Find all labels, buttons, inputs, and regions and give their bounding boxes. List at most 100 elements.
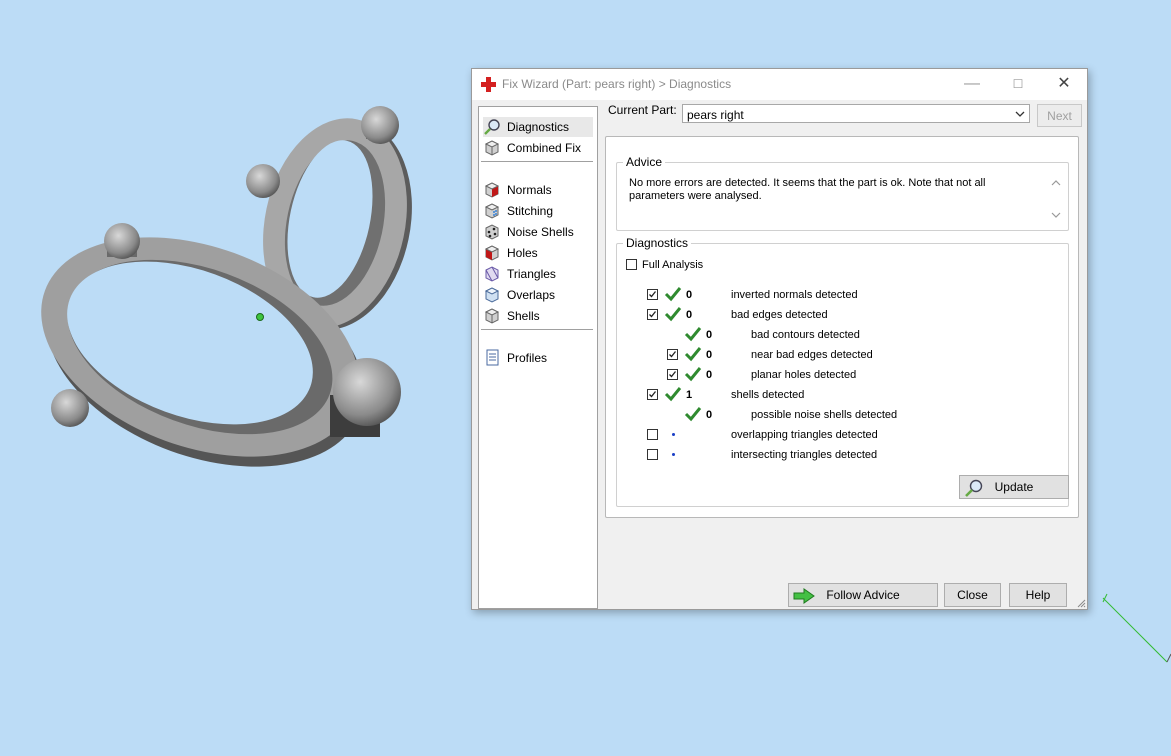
green-check-icon (664, 307, 682, 322)
triangles-cube-icon (485, 266, 499, 282)
advice-text: No more errors are detected. It seems th… (629, 177, 986, 202)
nav-item-shells[interactable]: Shells (483, 306, 593, 326)
nav-item-label: Diagnostics (507, 120, 570, 134)
nav-item-diagnostics[interactable]: Diagnostics (483, 117, 593, 137)
diag-row-checkbox[interactable] (667, 369, 678, 380)
window-title: Fix Wizard (Part: pears right) > Diagnos… (502, 77, 732, 91)
normals-cube-icon (484, 182, 500, 198)
diag-row-label: inverted normals detected (731, 289, 858, 301)
nav-item-stitching[interactable]: Stitching (483, 201, 593, 221)
current-part-value: pears right (687, 108, 744, 122)
green-check-icon (664, 387, 682, 402)
diag-row-count: 0 (686, 309, 693, 321)
minimize-button[interactable]: — (949, 69, 995, 100)
help-button[interactable]: Help (1009, 583, 1067, 607)
cube-icon (484, 140, 500, 156)
not-analysed-dot-icon (672, 433, 675, 436)
axis-indicator (1102, 593, 1171, 663)
nav-item-overlaps[interactable]: Overlaps (483, 285, 593, 305)
diag-row-count: 1 (686, 389, 693, 401)
diagnostics-group: Diagnostics Full Analysis 0 inverted nor… (616, 236, 1069, 507)
nav-item-label: Holes (507, 246, 538, 260)
advice-group-title: Advice (623, 155, 666, 169)
advice-group: Advice No more errors are detected. It s… (616, 155, 1069, 231)
green-check-icon (684, 327, 702, 342)
checkmark-icon (669, 351, 677, 358)
diag-row-checkbox[interactable] (667, 349, 678, 360)
close-button-label: Close (957, 588, 988, 602)
shells-cube-icon (484, 308, 500, 324)
nav-item-label: Overlaps (507, 288, 556, 302)
document-icon (486, 349, 499, 366)
diag-row-count: 0 (706, 329, 713, 341)
diag-row-checkbox[interactable] (647, 449, 658, 460)
nav-item-noise-shells[interactable]: Noise Shells (483, 222, 593, 242)
nav-item-label: Noise Shells (507, 225, 574, 239)
nav-item-normals[interactable]: Normals (483, 180, 593, 200)
nav-item-label: Stitching (507, 204, 554, 218)
diag-row-label: bad contours detected (751, 329, 860, 341)
wizard-nav-panel: Diagnostics Combined Fix Normals Stitchi… (478, 106, 598, 609)
diag-row-checkbox[interactable] (647, 309, 658, 320)
checkmark-icon (649, 291, 657, 298)
not-analysed-dot-icon (672, 453, 675, 456)
magnifier-icon (965, 479, 983, 497)
holes-cube-icon (484, 245, 500, 261)
nav-item-combined-fix[interactable]: Combined Fix (483, 138, 593, 158)
chevron-down-icon (1015, 111, 1025, 117)
green-check-icon (684, 407, 702, 422)
title-bar[interactable]: Fix Wizard (Part: pears right) > Diagnos… (472, 69, 1087, 100)
nav-item-label: Profiles (507, 351, 548, 365)
diag-row-label: near bad edges detected (751, 349, 873, 361)
close-window-button[interactable]: ✕ (1041, 69, 1087, 100)
green-check-icon (684, 347, 702, 362)
checkmark-icon (669, 371, 677, 378)
maximize-button[interactable]: ☐ (995, 69, 1041, 100)
nav-item-label: Triangles (507, 267, 556, 281)
nav-divider (481, 161, 593, 162)
green-check-icon (684, 367, 702, 382)
nav-item-profiles[interactable]: Profiles (483, 348, 593, 368)
diag-row-checkbox[interactable] (647, 429, 658, 440)
current-part-select[interactable]: pears right (682, 104, 1030, 123)
green-check-icon (664, 287, 682, 302)
diag-row-label: possible noise shells detected (751, 409, 898, 421)
diag-row-label: shells detected (731, 389, 805, 401)
help-button-label: Help (1025, 588, 1051, 602)
diag-row-checkbox[interactable] (647, 389, 658, 400)
diag-row-count: 0 (706, 369, 713, 381)
nav-divider (481, 329, 593, 330)
diag-row-count: 0 (686, 289, 693, 301)
next-button-label: Next (1047, 108, 1072, 123)
diag-row-count: 0 (706, 409, 713, 421)
nav-item-label: Combined Fix (507, 141, 582, 155)
follow-advice-button[interactable]: Follow Advice (788, 583, 938, 607)
diag-row-label: planar holes detected (751, 369, 857, 381)
ring-model-render[interactable] (30, 95, 430, 475)
checkmark-icon (649, 311, 657, 318)
update-button-label: Update (994, 480, 1034, 494)
full-analysis-label: Full Analysis (642, 259, 704, 271)
diagnostics-group-title: Diagnostics (623, 236, 692, 250)
next-button[interactable]: Next (1037, 104, 1082, 127)
diag-row-checkbox[interactable] (647, 289, 658, 300)
diag-row-count: 0 (706, 349, 713, 361)
follow-advice-label: Follow Advice (826, 588, 900, 602)
diag-row-label: bad edges detected (731, 309, 828, 321)
resize-grip-icon[interactable] (1076, 598, 1086, 608)
fix-wizard-dialog: Fix Wizard (Part: pears right) > Diagnos… (471, 68, 1088, 610)
diagnostics-panel: Advice No more errors are detected. It s… (605, 136, 1079, 518)
current-part-label: Current Part: (608, 103, 677, 117)
diag-row-label: overlapping triangles detected (731, 429, 878, 441)
nav-item-triangles[interactable]: Triangles (483, 264, 593, 284)
stitching-cube-icon (484, 203, 500, 219)
close-button[interactable]: Close (944, 583, 1001, 607)
update-button[interactable]: Update (959, 475, 1069, 499)
checkmark-icon (649, 391, 657, 398)
noise-shells-icon (485, 224, 499, 240)
nav-item-label: Shells (507, 309, 540, 323)
full-analysis-checkbox[interactable] (626, 259, 637, 270)
nav-item-holes[interactable]: Holes (483, 243, 593, 263)
magnifier-icon (484, 119, 500, 135)
advice-scrollbar[interactable] (1050, 177, 1062, 221)
